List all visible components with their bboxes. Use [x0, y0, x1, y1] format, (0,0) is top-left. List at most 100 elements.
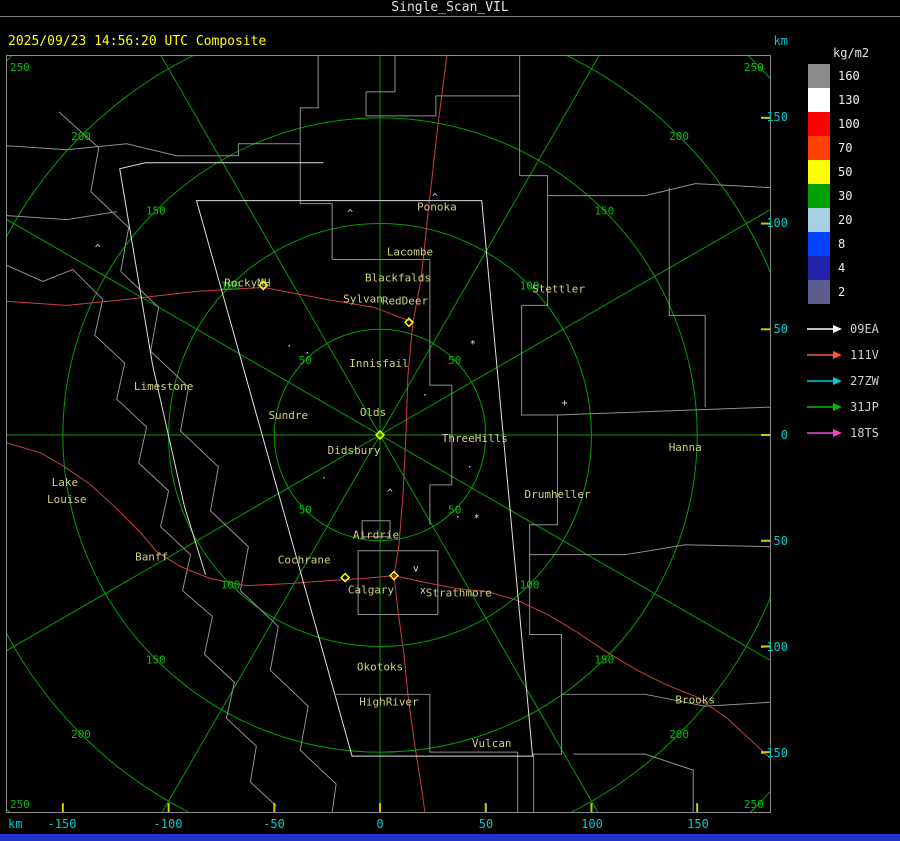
range-ring-label: 150	[146, 653, 166, 666]
city-label: Blackfalds	[365, 271, 431, 284]
color-scale: 160 130 100 70 50 30 20 8 4 2	[808, 64, 860, 304]
point-marker: *	[474, 513, 480, 524]
bottom-axis-label: 100	[581, 817, 603, 831]
arrow-head	[833, 325, 842, 333]
radar-arrow-icon	[807, 429, 842, 437]
radar-legend-row: 09EA	[806, 316, 879, 342]
radar-legend-row: 18TS	[806, 420, 879, 446]
radar-legend-row: 27ZW	[806, 368, 879, 394]
coverage-boundary	[119, 162, 324, 575]
range-ring-label: 200	[71, 728, 91, 741]
city-label: Lacombe	[387, 245, 433, 258]
arrow-head	[833, 351, 842, 359]
color-scale-row: 70	[808, 136, 860, 160]
range-ring-label: 200	[71, 130, 91, 143]
point-marker: ·	[286, 341, 292, 352]
range-ring-label: 250	[10, 61, 30, 74]
city-label: Drumheller	[525, 488, 591, 501]
county-boundary	[429, 259, 453, 525]
city-label: Brooks	[675, 693, 715, 706]
color-scale-value: 4	[838, 261, 846, 275]
right-axis-label: -150	[759, 746, 788, 760]
right-axis-label: 150	[766, 110, 788, 124]
color-swatch	[808, 184, 830, 208]
county-boundary	[58, 111, 337, 812]
radar-map[interactable]: 50 50 50 50 100 100 100 100 150 150 150 150 200 200 20…	[6, 55, 771, 813]
county-boundary	[336, 693, 519, 812]
city-label: Olds	[360, 406, 386, 419]
arrow-head	[833, 377, 842, 385]
radar-arrow-icon	[807, 377, 842, 385]
point-marker: ^	[387, 488, 393, 499]
bottom-axis-label: 0	[376, 817, 384, 831]
color-scale-value: 2	[838, 285, 846, 299]
point-marker: +	[562, 398, 568, 409]
window-title: Single_Scan_VIL	[391, 0, 509, 15]
city-label: Limestone	[134, 380, 193, 393]
color-scale-value: 30	[838, 189, 853, 203]
range-ring-label: 50	[448, 354, 461, 367]
range-ring-label: 250	[10, 798, 30, 811]
color-scale-value: 160	[838, 69, 860, 83]
city-label: Airdrie	[353, 529, 399, 542]
city-label: Sylvan	[343, 292, 383, 305]
point-marker: *	[470, 339, 476, 350]
right-axis-unit-label: km	[773, 34, 788, 48]
color-swatch	[808, 256, 830, 280]
legend-unit-label: kg/m2	[833, 46, 870, 60]
city-label: Calgary	[348, 584, 395, 597]
radar-site-id: 27ZW	[850, 374, 879, 388]
city-label: Strathmore	[426, 587, 492, 600]
color-scale-value: 8	[838, 237, 846, 251]
county-boundary	[299, 56, 333, 260]
right-axis-label: -50	[766, 534, 788, 548]
city-label: ThreeHills	[442, 432, 508, 445]
city-label: Hanna	[669, 441, 702, 454]
color-swatch	[808, 88, 830, 112]
radar-site-id: 111V	[850, 348, 879, 362]
color-swatch	[808, 112, 830, 136]
bottom-status-bar	[0, 834, 900, 841]
bottom-axis-unit-label: km	[8, 817, 23, 831]
city-label: Vulcan	[472, 737, 512, 750]
county-boundary	[668, 187, 706, 408]
right-axis-label: 50	[773, 322, 788, 336]
range-ring-label: 100	[520, 578, 540, 591]
color-scale-row: 4	[808, 256, 860, 280]
radar-legend-row: 111V	[806, 342, 879, 368]
color-scale-row: 2	[808, 280, 860, 304]
point-marker: ·	[304, 348, 310, 359]
city-label: Innisfail	[349, 357, 408, 370]
radar-map-canvas[interactable]: 505050 50100100100 100150150150 15020020020…	[7, 56, 770, 812]
range-ring-label: 50	[299, 504, 312, 517]
radar-site-id: 31JP	[850, 400, 879, 414]
color-scale-row: 20	[808, 208, 860, 232]
county-boundary	[529, 544, 770, 556]
range-ring-label: 150	[594, 653, 614, 666]
color-scale-value: 130	[838, 93, 860, 107]
county-boundary	[561, 693, 770, 707]
county-boundary	[519, 56, 563, 812]
range-ring-label: 150	[146, 205, 166, 218]
city-label: Ponoka	[417, 201, 457, 214]
point-marker: ·	[321, 473, 327, 484]
right-axis-label: 0	[780, 428, 788, 442]
color-swatch	[808, 136, 830, 160]
color-scale-value: 100	[838, 117, 860, 131]
city-label: HighRiver	[359, 695, 419, 708]
point-marker: ·	[467, 462, 473, 473]
arrow-head	[833, 429, 842, 437]
point-marker: v	[413, 564, 419, 575]
color-scale-row: 160	[808, 64, 860, 88]
point-marker: ·	[422, 390, 428, 401]
range-ring-label: 200	[669, 728, 689, 741]
color-scale-value: 20	[838, 213, 853, 227]
radar-viewer-app: Single_Scan_VIL 2025/09/23 14:56:20 UTC …	[0, 0, 900, 841]
city-label: Lake	[52, 476, 78, 489]
city-label: Stettler	[532, 282, 585, 295]
timestamp-label: 2025/09/23 14:56:20 UTC Composite	[8, 34, 267, 49]
right-axis-label: -100	[759, 640, 788, 654]
range-ring-label: 100	[221, 578, 241, 591]
color-swatch	[808, 208, 830, 232]
window-titlebar: Single_Scan_VIL	[0, 0, 900, 17]
